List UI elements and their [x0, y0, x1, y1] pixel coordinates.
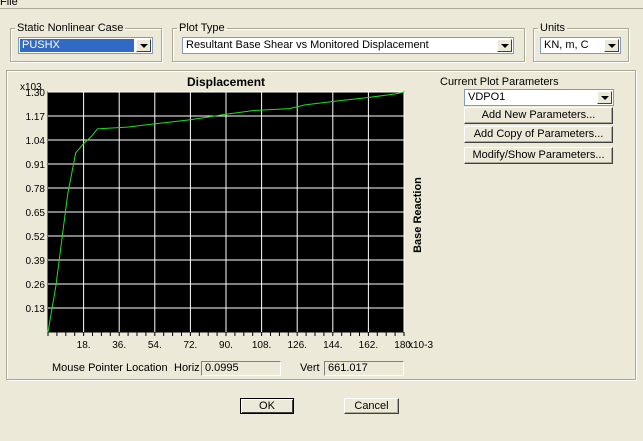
x-tick-label: 126.	[287, 340, 306, 351]
x-tick-label: 144.	[323, 340, 342, 351]
static-case-value: PUSHX	[20, 39, 134, 52]
x-tick-label: 18.	[77, 340, 91, 351]
modify-show-parameters-button[interactable]: Modify/Show Parameters...	[464, 147, 613, 164]
add-new-parameters-button[interactable]: Add New Parameters...	[464, 107, 613, 124]
horiz-value: 0.0995	[201, 361, 281, 376]
plot-params-dropdown[interactable]: VDPO1	[464, 89, 614, 106]
x-tick-label: 162.	[359, 340, 378, 351]
units-value: KN, m, C	[544, 39, 589, 51]
static-case-dropdown[interactable]: PUSHX	[18, 37, 153, 54]
x-multiplier: x10-3	[408, 340, 433, 351]
menu-file[interactable]: File	[0, 0, 18, 8]
mouse-pointer-label: Mouse Pointer Location	[52, 362, 168, 374]
x-tick-label: 54.	[148, 340, 162, 351]
x-tick-label: 36.	[112, 340, 126, 351]
chevron-down-icon[interactable]	[497, 39, 512, 52]
vert-label: Vert	[300, 362, 320, 374]
add-copy-parameters-button[interactable]: Add Copy of Parameters...	[464, 126, 613, 143]
y-tick-label: 0.26	[26, 280, 46, 291]
plot-type-dropdown[interactable]: Resultant Base Shear vs Monitored Displa…	[182, 37, 514, 54]
chevron-down-icon[interactable]	[136, 39, 151, 52]
plot-params-label: Current Plot Parameters	[440, 76, 559, 88]
horiz-label: Horiz	[174, 362, 200, 374]
plot-type-value: Resultant Base Shear vs Monitored Displa…	[186, 39, 429, 51]
plot-type-label: Plot Type	[179, 22, 225, 34]
x-axis-ticks: 18. 36. 54. 72. 90. 108. 126. 144. 162. 180.	[47, 332, 414, 351]
y-tick-label: 0.39	[26, 256, 46, 267]
y-axis-label-box: Base Reaction	[412, 177, 424, 253]
pushover-chart: Displacement x103 1.301.171.040.910.780.…	[20, 75, 433, 351]
y-tick-label: 0.65	[26, 208, 46, 219]
units-label: Units	[540, 22, 566, 34]
plot-params-value: VDPO1	[468, 91, 506, 103]
y-tick-label: 0.52	[26, 232, 46, 243]
chevron-down-icon[interactable]	[604, 39, 619, 52]
cancel-button[interactable]: Cancel	[344, 398, 399, 414]
chevron-down-icon[interactable]	[597, 91, 612, 104]
menu-bar	[0, 0, 643, 8]
y-tick-label: 1.17	[26, 112, 46, 123]
x-tick-label: 72.	[183, 340, 197, 351]
x-tick-label: 108.	[252, 340, 271, 351]
vert-value: 661.017	[324, 361, 404, 376]
y-tick-label: 0.78	[26, 184, 46, 195]
y-axis-ticks: 1.30 1.17 1.04 0.91 0.78 0.65 0.52 0.39 0.26 0.13	[26, 88, 46, 315]
ok-button[interactable]: OK	[240, 398, 294, 414]
chart-title: Displacement	[187, 75, 265, 89]
x-tick-label: 90.	[219, 340, 233, 351]
y-tick-label: 1.04	[26, 136, 46, 147]
y-tick-label: 0.91	[26, 160, 46, 171]
divider	[0, 8, 643, 9]
y-tick-label: 0.13	[26, 304, 46, 315]
y-axis-label: Base Reaction	[412, 177, 424, 253]
units-dropdown[interactable]: KN, m, C	[540, 37, 621, 54]
static-case-label: Static Nonlinear Case	[17, 22, 124, 34]
y-tick-label: 1.30	[26, 88, 46, 99]
